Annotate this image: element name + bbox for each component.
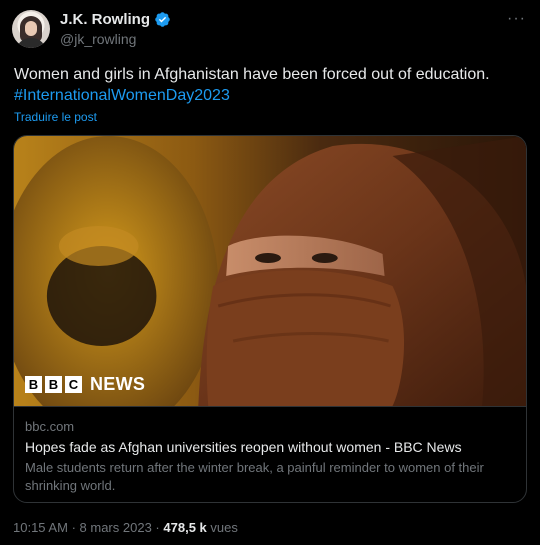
author-name-row: J.K. Rowling (60, 11, 171, 28)
more-options-icon[interactable]: ··· (507, 10, 526, 28)
separator: · (155, 520, 160, 535)
tweet-text: Women and girls in Afghanistan have been… (14, 64, 526, 106)
author-handle[interactable]: @jk_rowling (60, 31, 136, 47)
views-count[interactable]: 478,5 k (163, 520, 206, 535)
separator: · (71, 520, 76, 535)
tweet-header: J.K. Rowling @jk_rowling ··· (12, 8, 528, 48)
views-label: vues (210, 520, 238, 535)
card-image[interactable] (14, 136, 526, 406)
tweet-body: Women and girls in Afghanistan have been… (14, 66, 490, 83)
author-display-name[interactable]: J.K. Rowling (60, 11, 150, 28)
card-meta[interactable]: bbc.com Hopes fade as Afghan universitie… (14, 406, 526, 502)
card-title[interactable]: Hopes fade as Afghan universities reopen… (25, 439, 462, 455)
bbc-logo-letter: B (25, 376, 42, 393)
tweet-footer: 10:15 AM · 8 mars 2023 · 478,5 k vues (13, 520, 238, 535)
avatar[interactable] (12, 10, 50, 48)
card-domain: bbc.com (25, 419, 75, 434)
bbc-logo-word: NEWS (90, 374, 146, 394)
post-time[interactable]: 10:15 AM (13, 520, 68, 535)
card-description: Male students return after the winter br… (25, 460, 484, 493)
bbc-logo-letter: C (65, 376, 82, 393)
bbc-news-logo: B B C NEWS (25, 374, 145, 395)
link-card[interactable]: B B C NEWS bbc.com Hopes fade as Afghan … (13, 135, 527, 503)
post-date[interactable]: 8 mars 2023 (80, 520, 152, 535)
translate-link[interactable]: Traduire le post (14, 110, 97, 124)
verified-badge-icon[interactable] (154, 11, 171, 28)
hashtag-link[interactable]: #InternationalWomenDay2023 (14, 87, 230, 104)
bbc-logo-letter: B (45, 376, 62, 393)
